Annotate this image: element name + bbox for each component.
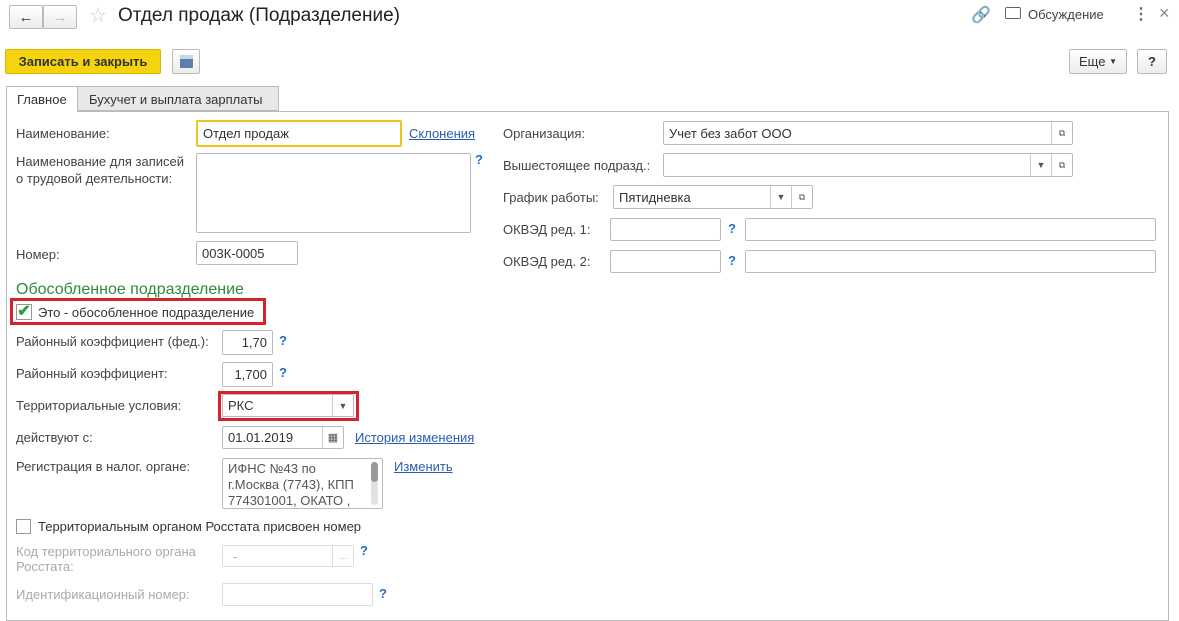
separate-checkbox[interactable]: ✔ (16, 304, 32, 320)
okved1-label: ОКВЭД ред. 1: (503, 222, 591, 237)
coef-fed-label: Районный коэффициент (фед.): (16, 334, 209, 349)
since-label: действуют с: (16, 430, 93, 445)
rosstat-code-label: Код территориального органа Росстата: (16, 544, 196, 574)
more-button[interactable]: Еще ▼ (1069, 49, 1127, 74)
okved1-code-input[interactable] (610, 218, 721, 241)
declensions-link[interactable]: Склонения (409, 126, 475, 141)
terr-label: Территориальные условия: (16, 398, 182, 413)
discussion-icon[interactable] (1005, 7, 1021, 19)
parent-label: Вышестоящее подразд.: (503, 158, 651, 173)
org-input[interactable]: Учет без забот ООО ⧉ (663, 121, 1073, 145)
schedule-label: График работы: (503, 190, 599, 205)
dropdown-icon[interactable]: ▼ (332, 395, 353, 416)
open-icon[interactable]: ⧉ (791, 186, 812, 208)
star-icon[interactable]: ☆ (89, 3, 107, 28)
open-icon[interactable]: ⧉ (1051, 154, 1072, 176)
okved2-code-input[interactable] (610, 250, 721, 273)
schedule-input[interactable]: Пятидневка ▼ ⧉ (613, 185, 813, 209)
link-icon[interactable]: 🔗 (971, 5, 991, 25)
tax-label: Регистрация в налог. органе: (16, 459, 191, 474)
rosstat-checkbox[interactable] (16, 519, 31, 534)
close-icon[interactable]: × (1159, 3, 1170, 24)
okved1-name-input[interactable] (745, 218, 1156, 241)
select-icon[interactable]: … (332, 546, 353, 566)
help-icon[interactable]: ? (728, 221, 736, 236)
help-icon[interactable]: ? (279, 365, 287, 380)
number-label: Номер: (16, 247, 60, 262)
back-button[interactable]: ← (9, 5, 43, 29)
id-input[interactable] (222, 583, 373, 606)
okved2-label: ОКВЭД ред. 2: (503, 254, 591, 269)
discussion-link[interactable]: Обсуждение (1028, 7, 1104, 22)
help-icon[interactable]: ? (475, 152, 483, 167)
save-and-close-button[interactable]: Записать и закрыть (5, 49, 161, 74)
id-label: Идентификационный номер: (16, 587, 190, 602)
labor-name-textarea[interactable] (196, 153, 471, 233)
rosstat-code-input[interactable]: -… (222, 545, 354, 567)
name-label: Наименование: (16, 126, 110, 141)
rosstat-label: Территориальным органом Росстата присвое… (38, 519, 362, 534)
labor-name-label: Наименование для записей о трудовой деяте… (16, 154, 185, 186)
help-icon[interactable]: ? (728, 253, 736, 268)
coef-label: Районный коэффициент: (16, 366, 168, 381)
dropdown-icon[interactable]: ▼ (1030, 154, 1051, 176)
dropdown-icon[interactable]: ▼ (770, 186, 791, 208)
help-button[interactable]: ? (1137, 49, 1167, 74)
name-input[interactable]: Отдел продаж (196, 120, 402, 147)
dropdown-icon: ▼ (1109, 57, 1117, 66)
calendar-icon[interactable]: ▦ (322, 427, 343, 448)
number-input[interactable]: 003К-0005 (196, 241, 298, 265)
save-button[interactable] (172, 49, 200, 74)
help-icon[interactable]: ? (379, 586, 387, 601)
change-link[interactable]: Изменить (394, 459, 453, 474)
help-icon[interactable]: ? (279, 333, 287, 348)
since-date-input[interactable]: 01.01.2019 ▦ (222, 426, 344, 449)
tab-accounting[interactable]: Бухучет и выплата зарплаты (78, 86, 279, 111)
help-icon[interactable]: ? (360, 543, 368, 558)
floppy-icon (179, 55, 193, 68)
parent-input[interactable]: ▼ ⧉ (663, 153, 1073, 177)
section-heading: Обособленное подразделение (16, 281, 244, 298)
coef-input[interactable]: 1,700 (222, 362, 273, 387)
tab-main[interactable]: Главное (6, 86, 78, 112)
org-label: Организация: (503, 126, 586, 141)
scrollbar[interactable] (371, 462, 378, 505)
tax-textarea[interactable]: ИФНС №43 по г.Москва (7743), КПП 7743010… (222, 458, 383, 509)
okved2-name-input[interactable] (745, 250, 1156, 273)
page-title: Отдел продаж (Подразделение) (118, 5, 400, 26)
open-icon[interactable]: ⧉ (1051, 122, 1072, 144)
history-link[interactable]: История изменения (355, 430, 474, 445)
more-menu-icon[interactable]: ⋮ (1133, 4, 1149, 24)
coef-fed-input[interactable]: 1,70 (222, 330, 273, 355)
separate-label: Это - обособленное подразделение (38, 305, 255, 320)
forward-button[interactable]: → (43, 5, 77, 29)
terr-select[interactable]: РКС ▼ (222, 394, 354, 417)
